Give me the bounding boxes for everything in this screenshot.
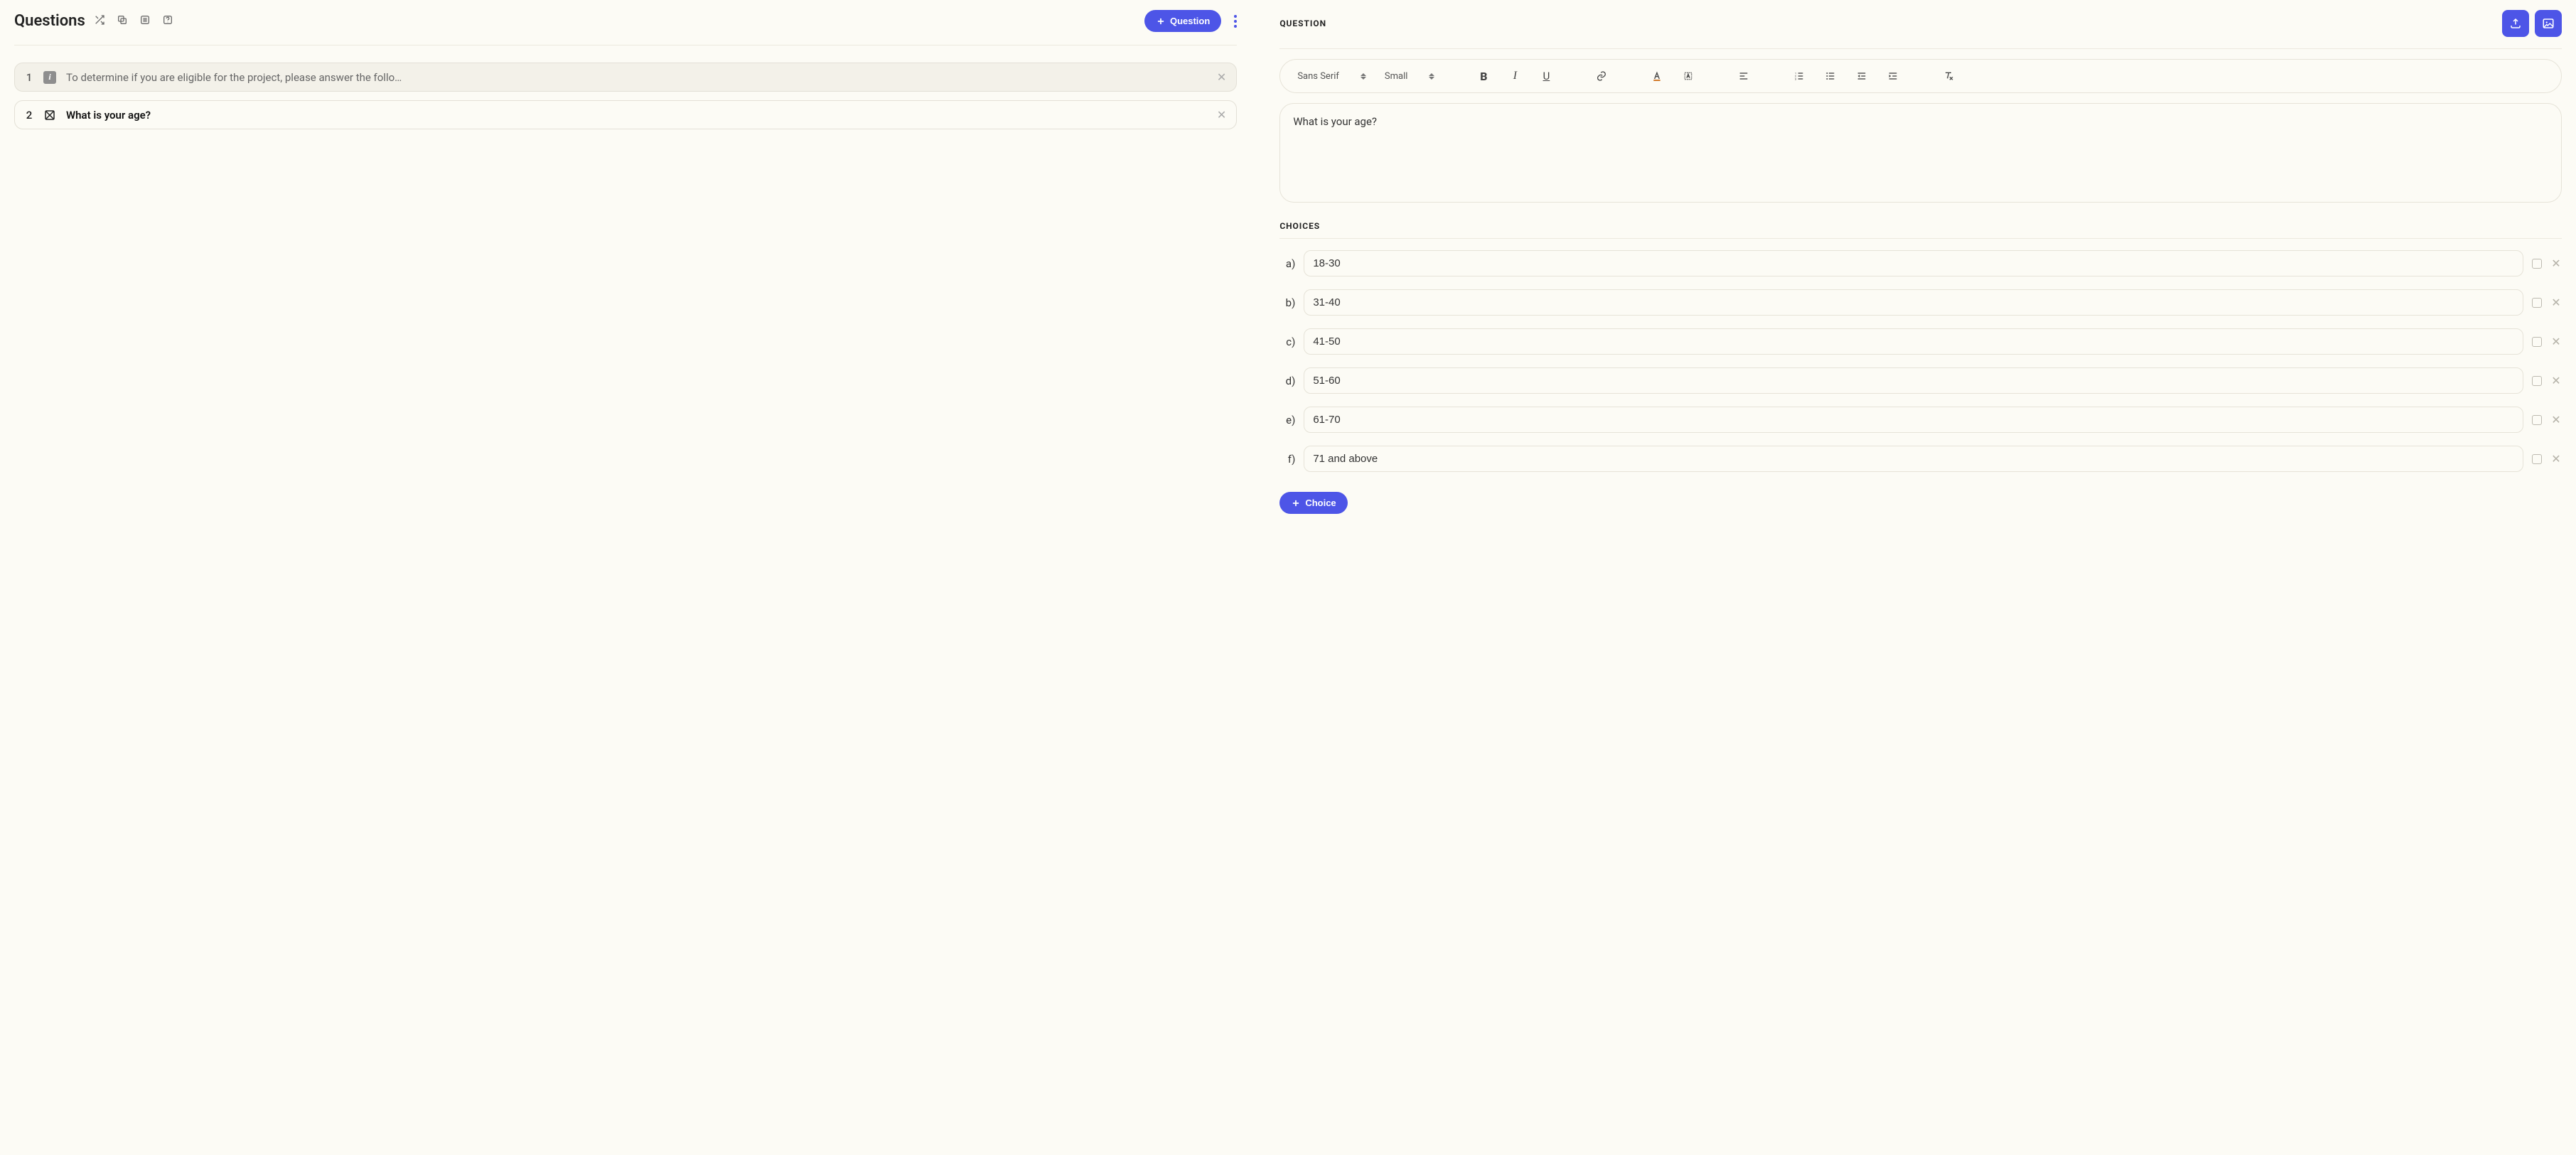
caret-icon	[1429, 73, 1434, 80]
svg-text:3: 3	[1795, 77, 1796, 80]
question-section-label: QUESTION	[1279, 18, 1326, 28]
choice-label: e)	[1279, 414, 1295, 426]
help-icon[interactable]	[162, 14, 173, 28]
choice-correct-checkbox[interactable]	[2532, 415, 2542, 425]
choice-row: d) ✕	[1279, 367, 2562, 394]
choice-correct-checkbox[interactable]	[2532, 298, 2542, 308]
choice-correct-checkbox[interactable]	[2532, 259, 2542, 269]
remove-choice-button[interactable]: ✕	[2550, 374, 2562, 387]
list-icon[interactable]	[139, 14, 151, 28]
remove-choice-button[interactable]: ✕	[2550, 257, 2562, 270]
choice-correct-checkbox[interactable]	[2532, 376, 2542, 386]
remove-choice-button[interactable]: ✕	[2550, 296, 2562, 309]
upload-button[interactable]	[2502, 10, 2529, 37]
remove-choice-button[interactable]: ✕	[2550, 413, 2562, 426]
choice-input[interactable]	[1304, 407, 2523, 433]
add-question-label: Question	[1170, 16, 1210, 26]
choice-input[interactable]	[1304, 328, 2523, 355]
choice-label: a)	[1279, 257, 1295, 270]
questions-title: Questions	[14, 12, 85, 30]
choice-row: e) ✕	[1279, 407, 2562, 433]
question-number: 2	[25, 109, 33, 122]
unordered-list-button[interactable]	[1824, 70, 1837, 82]
upload-icon	[2509, 17, 2522, 30]
image-icon	[2542, 17, 2555, 30]
shuffle-icon[interactable]	[94, 14, 105, 28]
question-text: What is your age?	[66, 109, 1207, 122]
question-number: 1	[25, 71, 33, 84]
more-menu-button[interactable]	[1234, 15, 1237, 28]
choice-label: b)	[1279, 296, 1295, 309]
indent-button[interactable]	[1887, 70, 1899, 82]
question-text: To determine if you are eligible for the…	[66, 71, 1207, 84]
choice-input[interactable]	[1304, 367, 2523, 394]
ordered-list-button[interactable]: 123	[1793, 70, 1805, 82]
underline-button[interactable]: U	[1540, 70, 1552, 82]
question-editor[interactable]: What is your age?	[1279, 103, 2562, 203]
clear-format-button[interactable]	[1942, 70, 1955, 82]
info-icon: i	[43, 71, 56, 84]
remove-question-button[interactable]: ✕	[1217, 70, 1226, 84]
choice-label: c)	[1279, 335, 1295, 348]
question-list: 1i To determine if you are eligible for t…	[14, 63, 1237, 129]
choice-label: d)	[1279, 375, 1295, 387]
choice-row: b) ✕	[1279, 289, 2562, 316]
add-choice-label: Choice	[1305, 498, 1336, 508]
editor-toolbar: Sans Serif Small B I U	[1279, 59, 2562, 93]
align-button[interactable]	[1737, 70, 1750, 82]
font-family-select[interactable]: Sans Serif	[1297, 71, 1366, 82]
questions-header: Questions Question	[14, 10, 1237, 45]
highlight-button[interactable]	[1682, 70, 1695, 82]
plus-icon	[1156, 16, 1166, 26]
choice-input[interactable]	[1304, 289, 2523, 316]
question-list-item[interactable]: 2 What is your age? ✕	[14, 100, 1237, 129]
choice-row: f) ✕	[1279, 446, 2562, 472]
choice-row: a) ✕	[1279, 250, 2562, 276]
italic-button[interactable]: I	[1508, 70, 1521, 82]
font-size-select[interactable]: Small	[1385, 71, 1435, 82]
plus-icon	[1291, 498, 1301, 508]
text-color-button[interactable]	[1651, 70, 1663, 82]
bold-button[interactable]: B	[1477, 70, 1490, 82]
choice-row: c) ✕	[1279, 328, 2562, 355]
font-family-value: Sans Serif	[1297, 71, 1339, 82]
add-question-button[interactable]: Question	[1144, 10, 1221, 32]
choice-list: a) ✕ b) ✕ c) ✕ d) ✕ e) ✕ f) ✕	[1279, 250, 2562, 472]
copy-icon[interactable]	[117, 14, 128, 28]
choices-section-label: CHOICES	[1279, 221, 2562, 239]
remove-choice-button[interactable]: ✕	[2550, 452, 2562, 466]
remove-choice-button[interactable]: ✕	[2550, 335, 2562, 348]
outdent-button[interactable]	[1855, 70, 1868, 82]
question-text: What is your age?	[1293, 115, 1377, 128]
choice-correct-checkbox[interactable]	[2532, 454, 2542, 464]
link-button[interactable]	[1595, 70, 1608, 82]
choice-correct-checkbox[interactable]	[2532, 337, 2542, 347]
caret-icon	[1361, 73, 1366, 80]
question-list-item[interactable]: 1i To determine if you are eligible for t…	[14, 63, 1237, 92]
choice-input[interactable]	[1304, 446, 2523, 472]
remove-question-button[interactable]: ✕	[1217, 108, 1226, 122]
multiple-choice-icon	[43, 109, 56, 122]
add-choice-button[interactable]: Choice	[1279, 492, 1347, 514]
image-button[interactable]	[2535, 10, 2562, 37]
choice-label: f)	[1279, 453, 1295, 466]
choice-input[interactable]	[1304, 250, 2523, 276]
font-size-value: Small	[1385, 71, 1408, 82]
